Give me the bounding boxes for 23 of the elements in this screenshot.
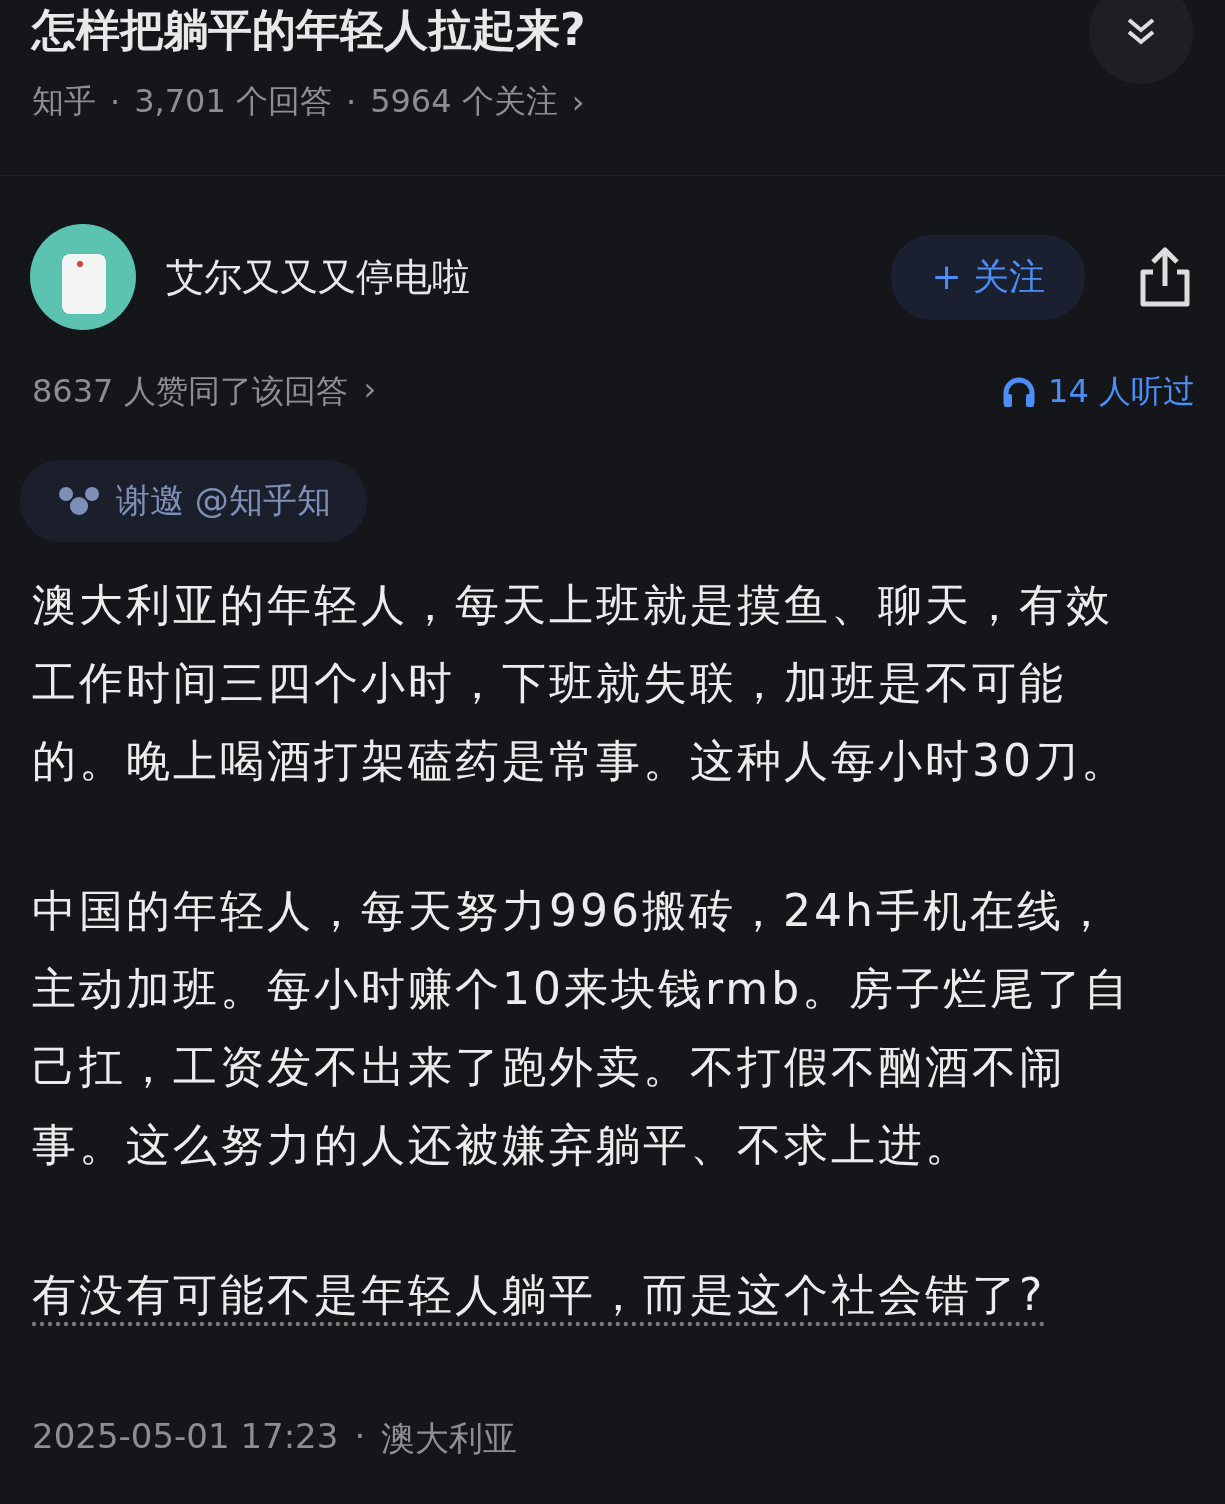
- invite-tag[interactable]: 谢邀 @知乎知: [20, 460, 367, 542]
- listen-count: 14 人听过: [1048, 371, 1195, 412]
- answer-paragraph: 有没有可能不是年轻人躺平，而是这个社会错了?: [32, 1268, 1047, 1322]
- headphones-icon: [1002, 376, 1037, 408]
- invite-label: 谢邀 @知乎知: [116, 479, 331, 522]
- chevron-icon[interactable]: ›: [363, 370, 377, 414]
- chevron-icon[interactable]: ›: [571, 83, 585, 121]
- separator-dot: ·: [354, 1416, 366, 1458]
- approval-count[interactable]: 8637 人赞同了该回答: [32, 370, 348, 414]
- answer-count: 3,701 个回答: [134, 81, 332, 122]
- post-location: 澳大利亚: [381, 1417, 518, 1460]
- post-time: 2025-05-01 17:23: [32, 1416, 339, 1458]
- separator-dot: ·: [345, 83, 357, 121]
- source-label[interactable]: 知乎: [32, 80, 96, 124]
- separator-dot: ·: [110, 83, 121, 121]
- question-title: 怎样把躺平的年轻人拉起来?: [32, 3, 586, 57]
- group-icon: [56, 484, 102, 518]
- answer-paragraph: 澳大利亚的年轻人，每天上班就是摸鱼、聊天，有效工作时间三四个小时，下班就失联，加班是不可能的。晚上喝酒打架磕药是常事。这种人每小时30刀。: [32, 578, 1129, 788]
- follower-count: 5964 个关注: [370, 81, 558, 122]
- avatar[interactable]: [30, 224, 136, 330]
- answer-paragraph: 中国的年轻人，每天努力996搬砖，24h手机在线，主动加班。每小时赚个10来块钱rmb。房子烂尾了自己扛，工资发不出来了跑外卖。不打假不酗酒不闹事。这么努力的人还被嫌弃躺平、不求上进。: [32, 884, 1133, 1172]
- author-name[interactable]: 艾尔又又又停电啦: [166, 251, 892, 303]
- follow-button[interactable]: + 关注: [891, 234, 1085, 320]
